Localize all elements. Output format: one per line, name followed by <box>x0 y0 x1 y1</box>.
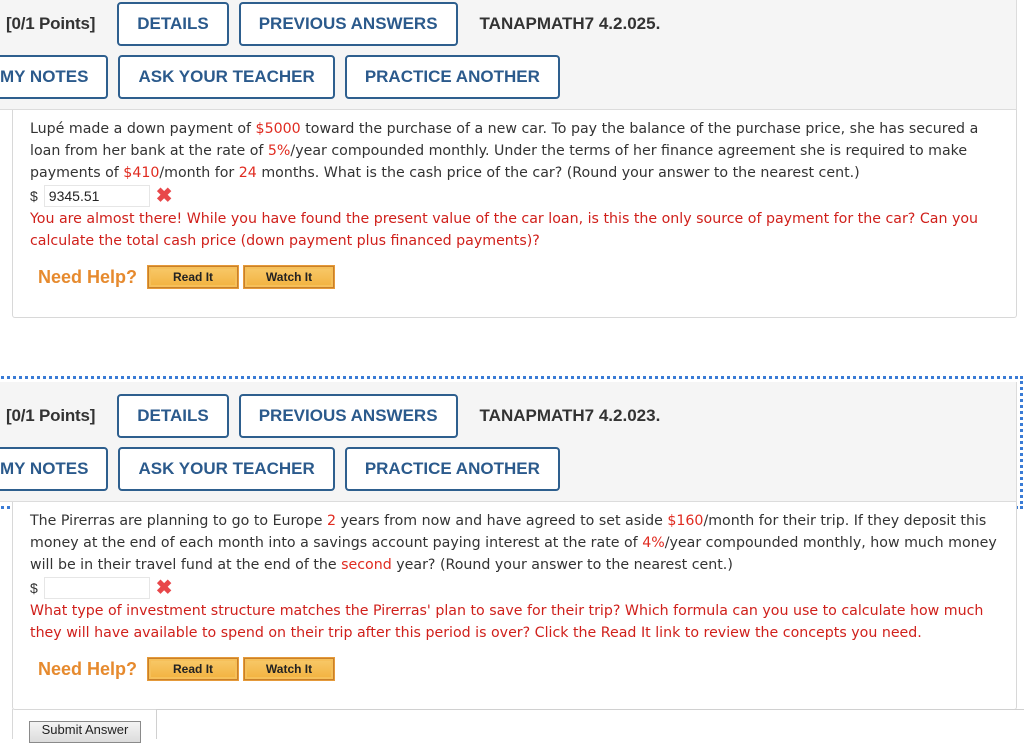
question-text: Lupé made a down payment of $5000 toward… <box>30 118 1010 184</box>
points-label: [0/1 Points] <box>6 14 96 33</box>
currency-symbol: $ <box>30 580 38 596</box>
my-notes-button[interactable]: MY NOTES <box>0 447 109 491</box>
question-text-part: The Pirerras are planning to go to Europ… <box>30 513 327 529</box>
question-id: TANAPMATH7 4.2.025. <box>479 14 661 33</box>
submit-side-panel <box>156 709 1024 739</box>
question-text-part: /month for <box>159 165 239 181</box>
header-row-2: MY NOTES ASK YOUR TEACHER PRACTICE ANOTH… <box>0 447 570 491</box>
answer-input[interactable] <box>43 185 150 207</box>
question-text-part: Lupé made a down payment of <box>30 121 256 137</box>
header-row-1: [0/1 Points] DETAILS PREVIOUS ANSWERS TA… <box>6 394 660 438</box>
problem-header: [0/1 Points] DETAILS PREVIOUS ANSWERS TA… <box>0 0 1017 110</box>
details-button[interactable]: DETAILS <box>117 394 229 438</box>
currency-symbol: $ <box>30 188 38 204</box>
answer-row: $ ✖ <box>30 577 173 599</box>
given-value: $5000 <box>255 121 301 137</box>
given-value: 24 <box>238 165 257 181</box>
need-help-label: Need Help? <box>38 658 138 679</box>
answer-input[interactable] <box>43 577 150 599</box>
answer-row: $ ✖ <box>30 185 173 207</box>
given-value: 5% <box>267 143 291 159</box>
problem-header: [0/1 Points] DETAILS PREVIOUS ANSWERS TA… <box>0 382 1017 502</box>
feedback-text: What type of investment structure matche… <box>30 603 984 641</box>
need-help-label: Need Help? <box>38 266 138 287</box>
given-value: 2 <box>326 513 337 529</box>
submit-answer-button[interactable]: Submit Answer <box>29 721 141 743</box>
given-value: second <box>341 557 392 573</box>
need-help-row: Need Help? Read It Watch It <box>38 658 340 680</box>
incorrect-icon: ✖ <box>155 577 173 599</box>
header-row-1: [0/1 Points] DETAILS PREVIOUS ANSWERS TA… <box>6 2 660 46</box>
previous-answers-button[interactable]: PREVIOUS ANSWERS <box>238 394 458 438</box>
given-value: 4% <box>642 535 665 551</box>
given-value: $160 <box>667 513 704 529</box>
question-id: TANAPMATH7 4.2.023. <box>479 406 661 425</box>
incorrect-icon: ✖ <box>155 185 173 207</box>
details-button[interactable]: DETAILS <box>117 2 229 46</box>
feedback-text: You are almost there! While you have fou… <box>30 211 979 249</box>
question-text-part: months. What is the cash price of the ca… <box>256 165 860 181</box>
watch-it-button[interactable]: Watch It <box>244 658 335 680</box>
ask-your-teacher-button[interactable]: ASK YOUR TEACHER <box>118 447 335 491</box>
question-text: The Pirerras are planning to go to Europ… <box>30 510 1010 576</box>
my-notes-button[interactable]: MY NOTES <box>0 55 109 99</box>
ask-your-teacher-button[interactable]: ASK YOUR TEACHER <box>118 55 335 99</box>
watch-it-button[interactable]: Watch It <box>244 266 335 288</box>
need-help-row: Need Help? Read It Watch It <box>38 266 340 288</box>
read-it-button[interactable]: Read It <box>148 658 239 680</box>
read-it-button[interactable]: Read It <box>148 266 239 288</box>
question-text-part: years from now and have agreed to set as… <box>336 513 668 529</box>
points-label: [0/1 Points] <box>6 406 96 425</box>
question-text-part: year? (Round your answer to the nearest … <box>391 557 733 573</box>
header-row-2: MY NOTES ASK YOUR TEACHER PRACTICE ANOTH… <box>0 55 570 99</box>
practice-another-button[interactable]: PRACTICE ANOTHER <box>344 447 560 491</box>
given-value: $410 <box>123 165 160 181</box>
practice-another-button[interactable]: PRACTICE ANOTHER <box>344 55 560 99</box>
submit-area: Submit Answer <box>12 709 1024 743</box>
previous-answers-button[interactable]: PREVIOUS ANSWERS <box>238 2 458 46</box>
